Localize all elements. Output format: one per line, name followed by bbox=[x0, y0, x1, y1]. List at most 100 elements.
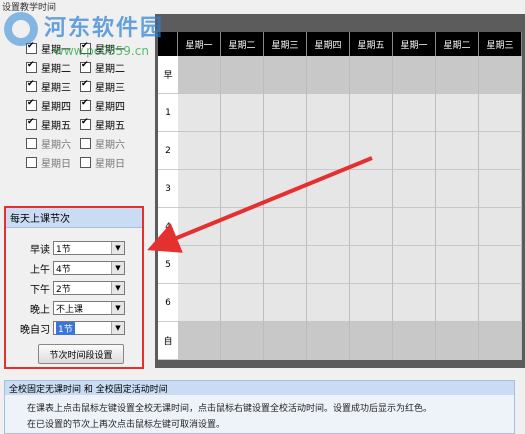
timetable-cell[interactable] bbox=[393, 322, 436, 360]
weekday-row: 星期五 星期五 bbox=[26, 117, 134, 132]
timetable-cell[interactable] bbox=[393, 56, 436, 94]
grid-corner bbox=[158, 32, 178, 56]
period-select[interactable]: 2节 ▼ bbox=[53, 281, 125, 295]
timetable-cell[interactable] bbox=[264, 94, 307, 132]
timetable-row-label: 早 bbox=[158, 56, 178, 94]
weekday-checkbox-col1[interactable]: 星期三 bbox=[26, 79, 80, 94]
weekday-checkbox-col1[interactable]: 星期日 bbox=[26, 155, 80, 170]
timetable-cell[interactable] bbox=[350, 246, 393, 284]
timetable-cell[interactable] bbox=[178, 208, 221, 246]
timetable-cell[interactable] bbox=[393, 94, 436, 132]
timetable-cell[interactable] bbox=[350, 284, 393, 322]
timetable-cell[interactable] bbox=[436, 208, 479, 246]
weekday-checkbox-col2[interactable]: 星期一 bbox=[80, 41, 134, 56]
timetable-cell[interactable] bbox=[393, 132, 436, 170]
timetable-cell[interactable] bbox=[350, 132, 393, 170]
timetable-cell[interactable] bbox=[479, 322, 522, 360]
timetable-row-label: 自 bbox=[158, 322, 178, 360]
period-select[interactable]: 1节 ▼ bbox=[53, 321, 125, 335]
period-select[interactable]: 不上课 ▼ bbox=[53, 301, 125, 315]
period-row: 下午 2节 ▼ bbox=[6, 280, 125, 296]
timetable-cell[interactable] bbox=[350, 170, 393, 208]
timetable-cell[interactable] bbox=[393, 284, 436, 322]
timetable-cell[interactable] bbox=[221, 132, 264, 170]
timetable-cell[interactable] bbox=[436, 284, 479, 322]
period-set-button[interactable]: 节次时间段设置 bbox=[38, 344, 124, 364]
timetable-cell[interactable] bbox=[221, 322, 264, 360]
timetable-cell[interactable] bbox=[264, 132, 307, 170]
weekday-checkbox-col2[interactable]: 星期四 bbox=[80, 98, 134, 113]
timetable-cell[interactable] bbox=[264, 322, 307, 360]
timetable-cell[interactable] bbox=[221, 56, 264, 94]
timetable-cell[interactable] bbox=[178, 132, 221, 170]
timetable-cell[interactable] bbox=[178, 56, 221, 94]
timetable-cell[interactable] bbox=[264, 56, 307, 94]
timetable-cell[interactable] bbox=[221, 246, 264, 284]
timetable-cell[interactable] bbox=[393, 170, 436, 208]
timetable-cell[interactable] bbox=[307, 56, 350, 94]
period-select[interactable]: 1节 ▼ bbox=[53, 241, 125, 255]
weekday-checkbox-col1[interactable]: 星期五 bbox=[26, 117, 80, 132]
timetable-cell[interactable] bbox=[393, 246, 436, 284]
checkbox-empty-icon bbox=[80, 138, 91, 149]
timetable-cell[interactable] bbox=[479, 284, 522, 322]
timetable-cell[interactable] bbox=[436, 94, 479, 132]
timetable-cell[interactable] bbox=[307, 284, 350, 322]
timetable-cell[interactable] bbox=[436, 132, 479, 170]
timetable-cell[interactable] bbox=[307, 246, 350, 284]
weekday-checkbox-col1[interactable]: 星期六 bbox=[26, 136, 80, 151]
weekday-row: 星期六 星期六 bbox=[26, 136, 134, 151]
dropdown-arrow-icon[interactable]: ▼ bbox=[111, 282, 124, 294]
checkbox-checked-icon bbox=[26, 60, 37, 73]
timetable-cell[interactable] bbox=[479, 56, 522, 94]
weekday-checkbox-label: 星期五 bbox=[95, 121, 125, 132]
timetable-cell[interactable] bbox=[307, 94, 350, 132]
timetable-cell[interactable] bbox=[178, 284, 221, 322]
timetable-cell[interactable] bbox=[264, 284, 307, 322]
weekday-checkbox-col2[interactable]: 星期二 bbox=[80, 60, 134, 75]
timetable-cell[interactable] bbox=[436, 56, 479, 94]
timetable-cell[interactable] bbox=[221, 170, 264, 208]
weekday-checkbox-col1[interactable]: 星期四 bbox=[26, 98, 80, 113]
dropdown-arrow-icon[interactable]: ▼ bbox=[111, 262, 124, 274]
timetable-cell[interactable] bbox=[479, 170, 522, 208]
timetable-cell[interactable] bbox=[264, 208, 307, 246]
checkbox-empty-icon bbox=[80, 157, 91, 168]
timetable-cell[interactable] bbox=[350, 94, 393, 132]
timetable-cell[interactable] bbox=[436, 246, 479, 284]
timetable-cell[interactable] bbox=[479, 246, 522, 284]
timetable-cell[interactable] bbox=[350, 322, 393, 360]
timetable-cell[interactable] bbox=[479, 208, 522, 246]
dropdown-arrow-icon[interactable]: ▼ bbox=[111, 302, 124, 314]
timetable-cell[interactable] bbox=[436, 170, 479, 208]
weekday-checkbox-col1[interactable]: 星期一 bbox=[26, 41, 80, 56]
timetable-cell[interactable] bbox=[350, 56, 393, 94]
weekday-checkbox-col2[interactable]: 星期日 bbox=[80, 155, 134, 170]
timetable-cell[interactable] bbox=[264, 170, 307, 208]
weekday-checkbox-col1[interactable]: 星期二 bbox=[26, 60, 80, 75]
timetable-cell[interactable] bbox=[307, 322, 350, 360]
timetable-cell[interactable] bbox=[221, 284, 264, 322]
timetable-cell[interactable] bbox=[393, 208, 436, 246]
weekday-checkbox-label: 星期四 bbox=[95, 102, 125, 113]
timetable-cell[interactable] bbox=[178, 246, 221, 284]
timetable-cell[interactable] bbox=[307, 132, 350, 170]
timetable-cell[interactable] bbox=[221, 208, 264, 246]
timetable-cell[interactable] bbox=[307, 170, 350, 208]
dropdown-arrow-icon[interactable]: ▼ bbox=[111, 242, 124, 254]
weekday-checkbox-col2[interactable]: 星期六 bbox=[80, 136, 134, 151]
weekday-checkbox-col2[interactable]: 星期五 bbox=[80, 117, 134, 132]
timetable-cell[interactable] bbox=[479, 132, 522, 170]
timetable-cell[interactable] bbox=[479, 94, 522, 132]
timetable-cell[interactable] bbox=[436, 322, 479, 360]
timetable-cell[interactable] bbox=[307, 208, 350, 246]
timetable-cell[interactable] bbox=[178, 322, 221, 360]
timetable-cell[interactable] bbox=[264, 246, 307, 284]
timetable-cell[interactable] bbox=[221, 94, 264, 132]
timetable-cell[interactable] bbox=[350, 208, 393, 246]
weekday-checkbox-col2[interactable]: 星期三 bbox=[80, 79, 134, 94]
timetable-cell[interactable] bbox=[178, 94, 221, 132]
period-select[interactable]: 4节 ▼ bbox=[53, 261, 125, 275]
timetable-cell[interactable] bbox=[178, 170, 221, 208]
dropdown-arrow-icon[interactable]: ▼ bbox=[111, 322, 124, 334]
